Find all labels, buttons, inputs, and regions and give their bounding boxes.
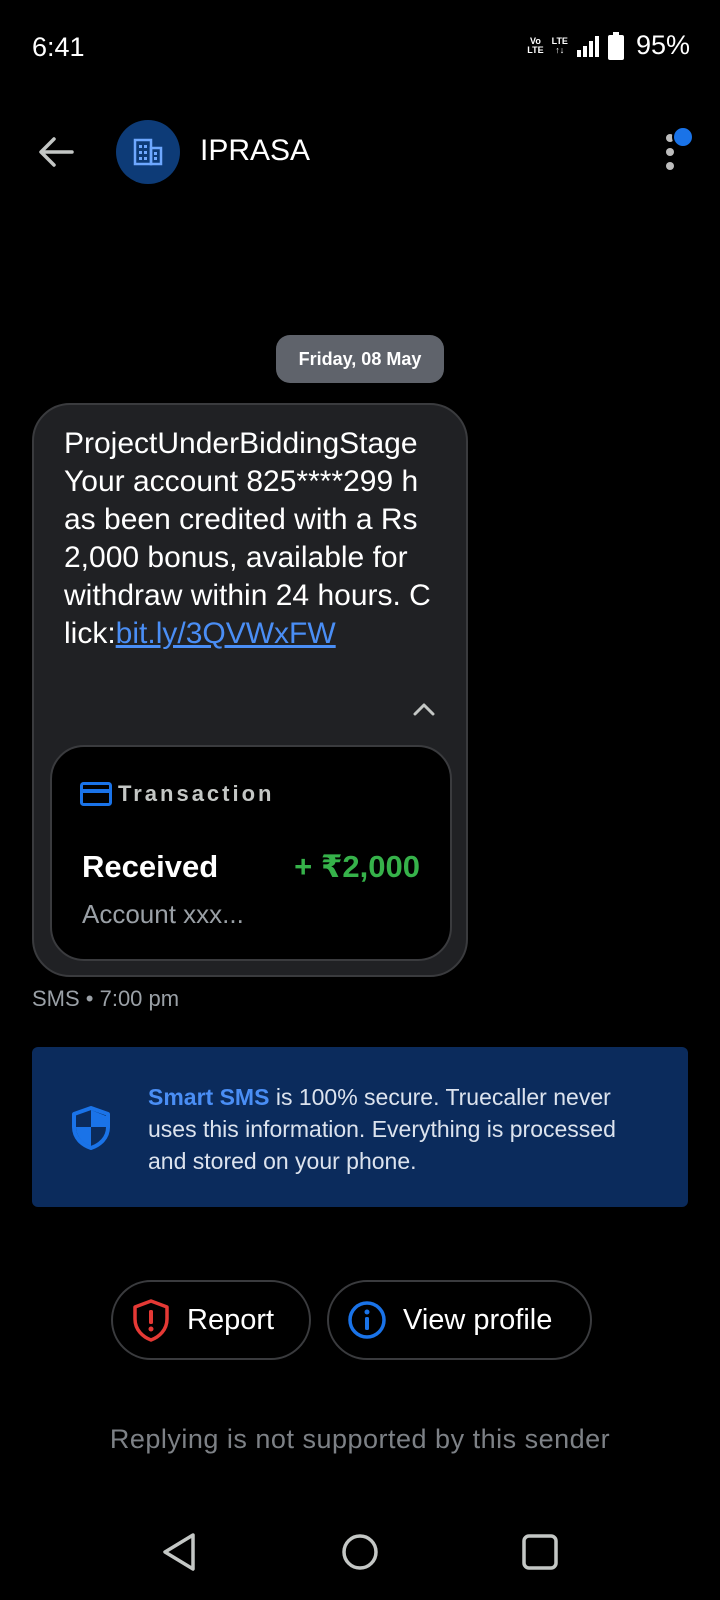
view-profile-button[interactable]: View profile	[327, 1280, 592, 1360]
transaction-title: Transaction	[118, 781, 275, 806]
battery-icon	[607, 31, 624, 60]
chevron-up-icon	[413, 703, 435, 716]
report-shield-icon	[133, 1299, 169, 1342]
message-text: ProjectUnderBiddingStage Your account 82…	[64, 427, 431, 650]
volte-indicator: Vo LTE	[527, 35, 544, 55]
status-time: 6:41	[32, 32, 85, 62]
more-options-button[interactable]	[644, 124, 696, 180]
reply-not-supported-note: Replying is not supported by this sender	[109, 1424, 611, 1454]
report-label: Report	[187, 1303, 275, 1336]
report-button[interactable]: Report	[111, 1280, 311, 1360]
transaction-amount: + ₹2,000	[294, 849, 420, 884]
shield-icon	[72, 1106, 110, 1150]
smart-sms-banner: Smart SMS is 100% secure. Truecaller nev…	[32, 1047, 688, 1207]
transaction-status: Received	[82, 849, 219, 884]
message-link[interactable]: bit.ly/3QVWxFW	[116, 617, 336, 650]
view-profile-label: View profile	[403, 1303, 553, 1336]
message-bubble[interactable]: ProjectUnderBiddingStage Your account 82…	[32, 403, 468, 977]
nav-recents-button[interactable]	[516, 1528, 564, 1576]
square-recents-icon	[522, 1534, 558, 1570]
transaction-header: Transaction	[80, 781, 274, 807]
arrow-left-icon	[39, 137, 74, 167]
transaction-account: Account xxx...	[82, 899, 244, 929]
lte-indicator: LTE ↑↓	[551, 35, 568, 55]
banner-strong: Smart SMS	[148, 1084, 270, 1110]
building-icon	[133, 138, 163, 166]
system-nav-bar	[0, 1516, 720, 1586]
nav-back-button[interactable]	[155, 1528, 203, 1576]
nav-home-button[interactable]	[336, 1528, 384, 1576]
circle-home-icon	[342, 1534, 378, 1570]
message-meta: SMS • 7:00 pm	[32, 986, 180, 1011]
signal-icon	[576, 35, 599, 57]
sender-name[interactable]: IPRASA	[200, 134, 310, 168]
battery-percentage: 95%	[635, 30, 690, 60]
status-indicators: Vo LTE LTE ↑↓ 95%	[527, 30, 690, 61]
date-chip: Friday, 08 May	[276, 335, 444, 383]
back-button[interactable]	[32, 128, 80, 176]
conversation-header: IPRASA	[0, 112, 720, 192]
collapse-button[interactable]	[402, 687, 446, 731]
status-bar: 6:41 Vo LTE LTE ↑↓ 95%	[0, 0, 720, 96]
transaction-card[interactable]: Transaction Received + ₹2,000 Account xx…	[50, 745, 452, 961]
banner-text: Smart SMS is 100% secure. Truecaller nev…	[148, 1084, 616, 1174]
sender-avatar[interactable]	[116, 120, 180, 184]
triangle-back-icon	[163, 1533, 195, 1571]
notification-dot	[672, 126, 694, 148]
info-icon	[348, 1301, 386, 1339]
credit-card-icon	[80, 782, 112, 806]
